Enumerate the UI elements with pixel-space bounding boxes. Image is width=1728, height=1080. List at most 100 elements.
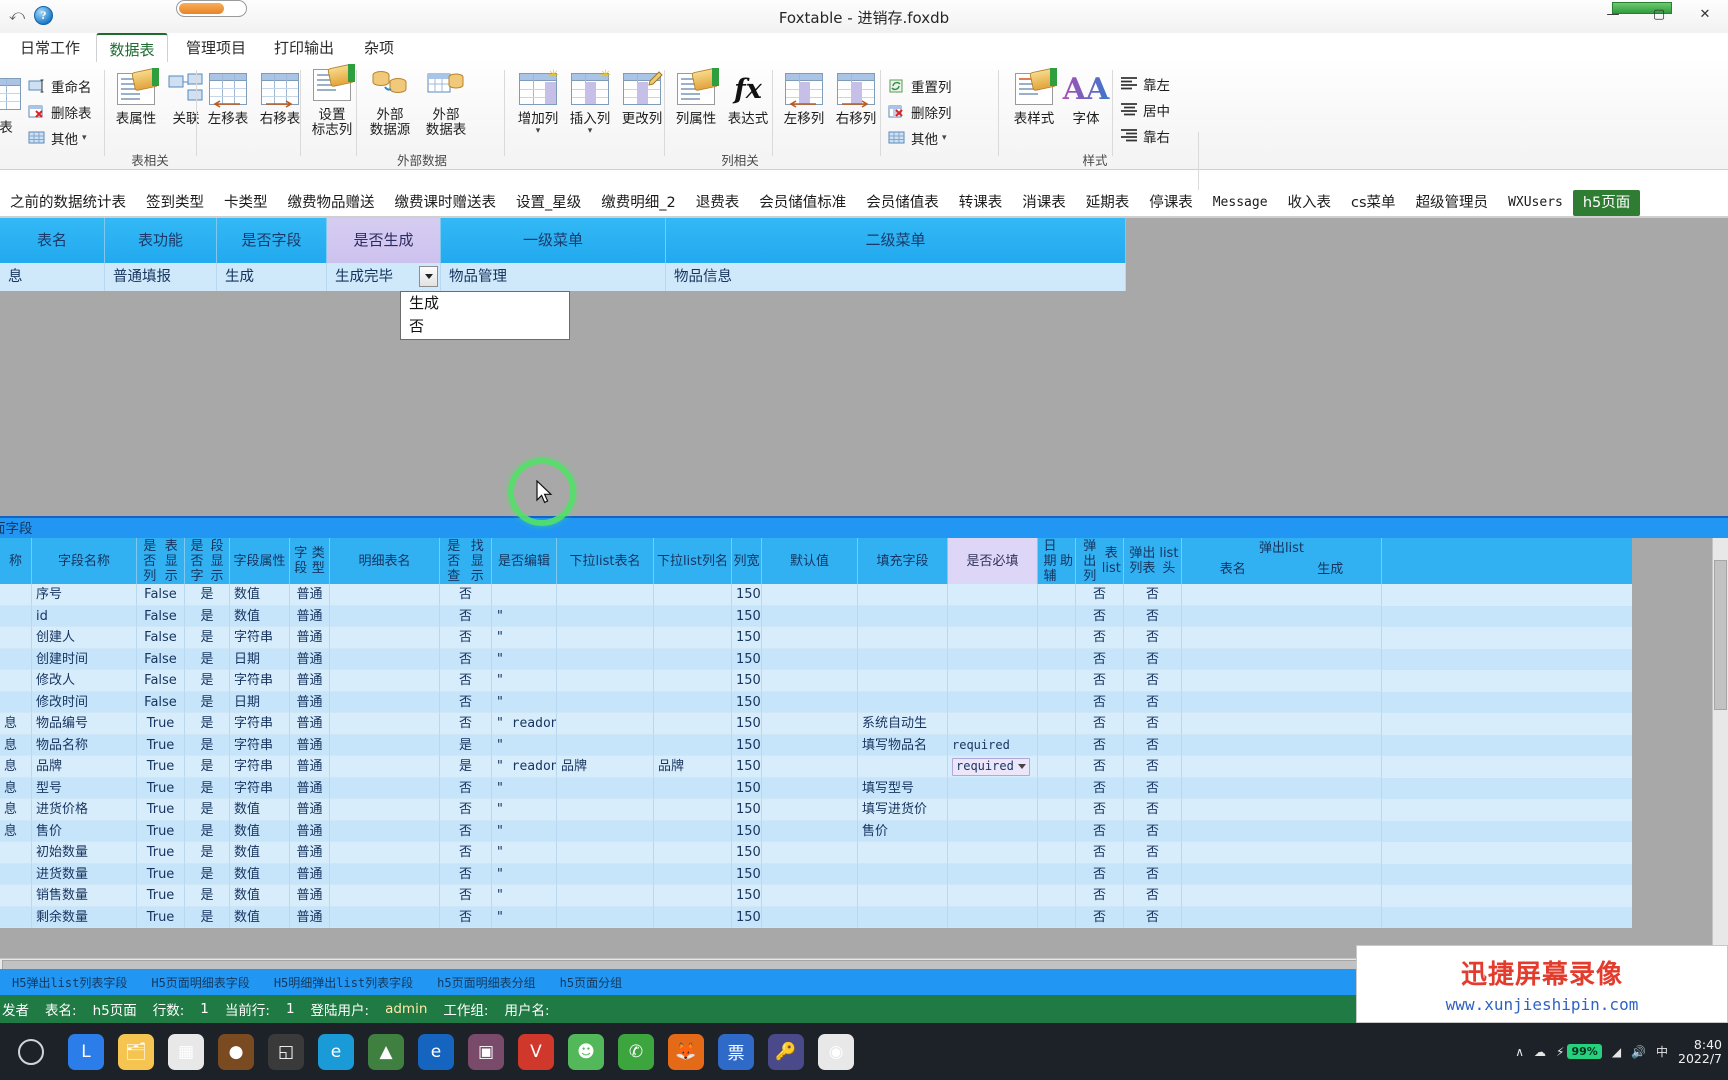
sub-tab-2[interactable]: H5明细弹出list列表字段 [262,974,425,991]
field-grid-cell[interactable]: 日期 [230,648,290,670]
table-tab-0[interactable]: 之前的数据统计表 [0,190,136,216]
field-grid-cell[interactable] [858,885,948,907]
field-grid-cell[interactable] [1038,713,1076,735]
field-grid-cell[interactable] [0,885,32,907]
field-grid-cell[interactable]: 150 [732,605,762,627]
app-media-icon[interactable]: ● [218,1033,254,1070]
field-grid-cell[interactable]: 是 [185,842,230,864]
field-grid-cell[interactable] [654,777,732,799]
field-grid-cell[interactable] [0,691,32,713]
top-grid-col-header-4[interactable]: 一级菜单 [441,218,666,263]
field-grid-cell[interactable]: 日期 [230,691,290,713]
table-tab-3[interactable]: 缴费物品赠送 [278,190,385,216]
field-grid-cell[interactable] [1182,670,1382,692]
field-grid-cell[interactable]: 否 [1124,627,1182,649]
field-grid-cell[interactable]: " readonl [492,713,557,735]
reset-column-button[interactable]: 重置列 [888,76,952,96]
move-column-right-button[interactable]: 右移列 [828,68,884,127]
ime-indicator[interactable]: 中 [1656,1043,1668,1060]
field-grid-cell[interactable] [557,648,654,670]
field-grid-cell[interactable] [1182,777,1382,799]
field-grid-cell[interactable]: 否 [1124,906,1182,928]
menu-tab-manage[interactable]: 管理项目 [174,33,258,63]
field-grid-cell[interactable] [1182,584,1382,606]
field-grid-cell[interactable] [0,605,32,627]
table-tab-strip[interactable]: 之前的数据统计表 签到类型 卡类型 缴费物品赠送 缴费课时赠送表 设置_星级 缴费明细_2 退… [0,190,1728,218]
field-grid-cell[interactable] [1182,756,1382,778]
field-grid-cell[interactable] [762,691,858,713]
field-grid-cell[interactable] [762,863,858,885]
field-col-header-17[interactable]: 弹出列表 list头 [1124,538,1182,584]
field-grid-cell[interactable] [557,842,654,864]
field-grid-row[interactable]: 息物品编号True是字符串普通否" readonl150系统自动生否否 [0,713,1632,735]
field-grid-cell[interactable]: 否 [1124,842,1182,864]
field-grid-cell[interactable]: 150 [732,670,762,692]
field-col-header-12[interactable]: 默认值 [762,538,858,584]
field-grid-cell[interactable] [557,799,654,821]
field-grid-cell[interactable]: " [492,820,557,842]
field-grid-cell[interactable] [1182,885,1382,907]
field-grid-cell[interactable] [654,713,732,735]
field-grid-cell[interactable] [1038,906,1076,928]
field-grid-cell[interactable]: False [137,584,185,606]
insert-column-chevron-icon[interactable]: ▾ [562,126,618,136]
field-grid-cell[interactable]: 否 [1076,584,1124,606]
field-col-header-9[interactable]: 下拉list表名 [557,538,654,584]
top-grid-cell-3[interactable]: 生成完毕 [327,263,441,291]
field-grid-cell[interactable]: 否 [440,777,492,799]
app-vivaldi-icon[interactable]: V [518,1033,554,1070]
table-tab-15[interactable]: 收入表 [1278,190,1342,216]
field-grid-cell[interactable] [948,627,1038,649]
field-grid-cell[interactable]: 否 [440,605,492,627]
top-grid-col-header-2[interactable]: 是否字段 [217,218,327,263]
table-style-button[interactable]: 表样式 [1006,67,1062,127]
field-grid-cell[interactable] [557,605,654,627]
field-grid-cell[interactable] [948,885,1038,907]
field-grid-cell[interactable]: 数值 [230,605,290,627]
field-grid-cell[interactable]: True [137,863,185,885]
move-table-left-button[interactable]: 左移表 [200,68,256,127]
field-grid-cell[interactable] [654,820,732,842]
field-grid-cell[interactable]: 普通 [290,799,330,821]
field-grid-cell[interactable]: 150 [732,842,762,864]
field-grid-cell[interactable]: True [137,777,185,799]
field-grid-cell[interactable]: 否 [440,820,492,842]
field-grid-cell[interactable]: 150 [732,627,762,649]
table-tab-2[interactable]: 卡类型 [214,190,278,216]
field-col-header-6[interactable]: 明细表名 [330,538,440,584]
field-grid-cell[interactable] [1038,584,1076,606]
field-grid-cell[interactable]: 否 [1124,863,1182,885]
field-grid-cell[interactable] [557,734,654,756]
field-grid-cell[interactable]: 否 [1124,734,1182,756]
field-grid-cell[interactable]: " [492,734,557,756]
field-grid-cell[interactable] [330,691,440,713]
field-grid-cell[interactable]: 否 [1124,605,1182,627]
top-grid-cell-2[interactable]: 生成 [217,263,327,291]
field-grid-cell[interactable] [1038,863,1076,885]
top-grid-cell-4[interactable]: 物品管理 [441,263,666,291]
field-col-header-13[interactable]: 填充字段 [858,538,948,584]
field-grid-cell[interactable]: 是 [185,820,230,842]
field-grid-row[interactable]: 息型号 True 是字符串 普通否 " 150 填写型号否否 [0,777,1632,799]
add-column-button[interactable]: ✳ 增加列 ▾ [510,68,566,136]
field-grid-cell[interactable] [1182,627,1382,649]
field-grid-cell[interactable] [330,777,440,799]
field-grid-cell[interactable]: 否 [1076,713,1124,735]
field-grid-cell[interactable] [330,799,440,821]
taskbar-app-icons[interactable]: L 🗂 ▦ ● ◱ e ▲ e ▣ V ☻ ✆ 🦊 票 🔑 ◉ [68,1033,854,1070]
field-grid-cell[interactable]: 是 [185,799,230,821]
insert-column-button[interactable]: ✳ 插入列 ▾ [562,68,618,136]
field-grid-cell[interactable] [330,863,440,885]
field-grid-cell[interactable] [762,777,858,799]
field-grid-cell[interactable]: 150 [732,734,762,756]
field-grid-cell[interactable]: 普通 [290,820,330,842]
menu-tab-daily[interactable]: 日常工作 [8,33,92,63]
field-grid-cell[interactable] [330,756,440,778]
field-grid-cell[interactable]: 否 [1076,756,1124,778]
field-grid-cell[interactable]: True [137,820,185,842]
field-grid-cell[interactable] [1038,691,1076,713]
field-grid-cell[interactable]: 数值 [230,906,290,928]
field-grid-cell[interactable] [0,648,32,670]
field-grid-row[interactable]: 初始数量 True 是数值 普通否 " 150 否否 [0,842,1632,864]
field-grid-cell[interactable]: 物品编号 [32,713,137,735]
